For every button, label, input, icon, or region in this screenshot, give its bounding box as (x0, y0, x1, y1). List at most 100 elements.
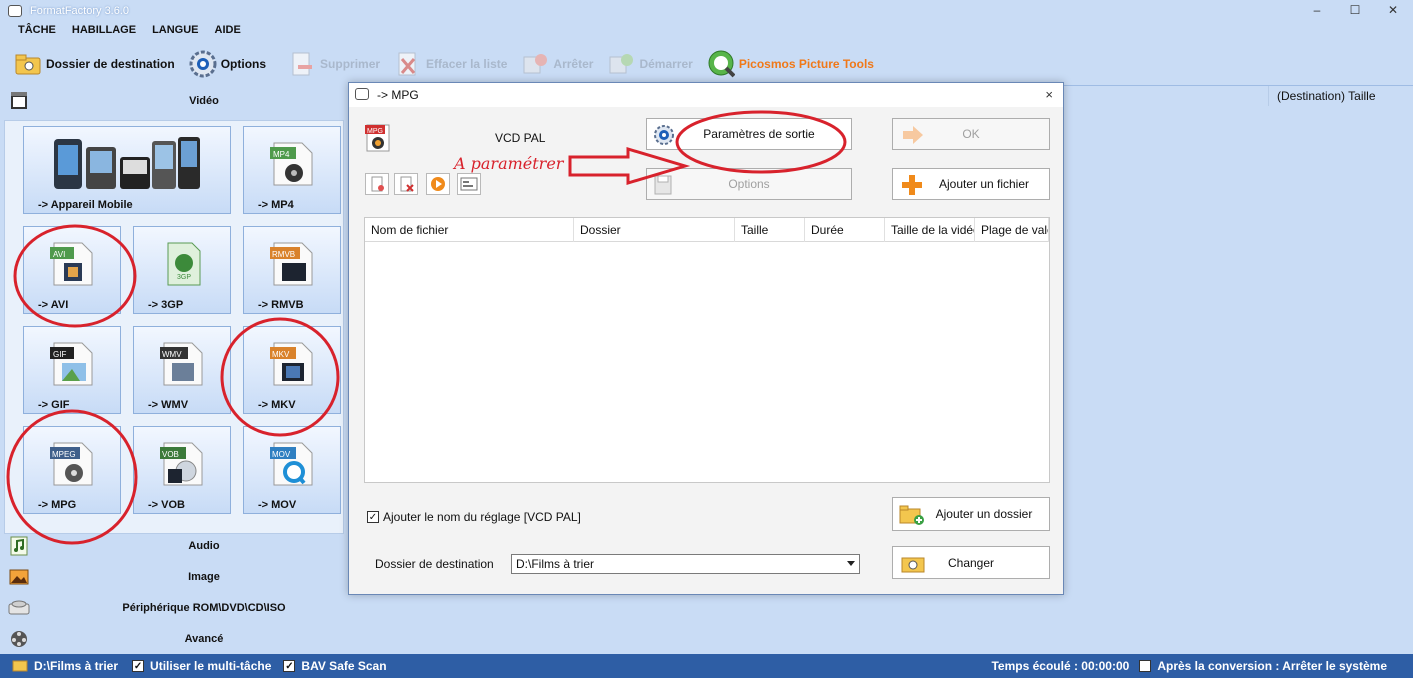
start-button[interactable]: Démarrer (607, 50, 693, 78)
clear-list-button[interactable]: Effacer la liste (394, 50, 507, 78)
gear-icon (189, 50, 217, 78)
column-video-size[interactable]: Taille de la vidéo (885, 218, 975, 242)
destination-folder-select[interactable]: D:\Films à trier (511, 554, 860, 574)
tile-rmvb-label: -> RMVB (258, 299, 304, 311)
output-parameters-label: Paramètres de sortie (703, 127, 815, 141)
vob-file-icon: VOB (160, 441, 204, 490)
delete-button[interactable]: Supprimer (288, 50, 380, 78)
category-rom-device-label: Périphérique ROM\DVD\CD\ISO (122, 602, 286, 614)
film-reel-icon (8, 628, 30, 650)
preset-name: VCD PAL (495, 131, 546, 145)
destination-folder-value: D:\Films à trier (516, 557, 594, 571)
menu-skin[interactable]: HABILLAGE (64, 22, 144, 40)
annotation-text: A paramétrer (454, 154, 564, 173)
rmvb-file-icon: RMVB (270, 241, 314, 290)
tile-mkv[interactable]: MKV -> MKV (243, 326, 341, 414)
delete-icon (288, 50, 316, 78)
tile-3gp-label: -> 3GP (148, 299, 184, 311)
add-preset-name-checkbox[interactable]: ✓ Ajouter le nom du réglage [VCD PAL] (367, 510, 581, 524)
plus-icon (901, 174, 923, 199)
category-audio[interactable]: Audio (0, 532, 384, 560)
add-preset-name-label: Ajouter le nom du réglage [VCD PAL] (383, 510, 581, 524)
app-icon (8, 5, 22, 17)
tile-rmvb[interactable]: RMVB -> RMVB (243, 226, 341, 314)
tile-gif[interactable]: GIF -> GIF (23, 326, 121, 414)
tile-mov-label: -> MOV (258, 499, 297, 511)
menu-language[interactable]: LANGUE (144, 22, 206, 40)
multitask-checkbox[interactable]: ✓ (132, 660, 145, 672)
file-info-button[interactable] (457, 173, 481, 195)
after-conversion-checkbox[interactable] (1139, 660, 1152, 672)
ok-button[interactable]: OK (892, 118, 1050, 150)
tile-3gp[interactable]: 3GP -> 3GP (133, 226, 231, 314)
arrow-right-icon (901, 125, 925, 148)
picture-icon (8, 566, 30, 588)
tile-gif-label: -> GIF (38, 399, 70, 411)
check-icon: ✓ (367, 511, 379, 523)
tile-avi[interactable]: AVI -> AVI (23, 226, 121, 314)
folder-icon (12, 658, 28, 675)
tile-mobile-device[interactable]: -> Appareil Mobile (23, 126, 231, 214)
options-button[interactable]: Options (646, 168, 852, 200)
category-image[interactable]: Image (0, 563, 384, 591)
add-folder-button[interactable]: Ajouter un dossier (892, 497, 1050, 531)
menu-task[interactable]: TÂCHE (10, 22, 64, 40)
column-folder[interactable]: Dossier (574, 218, 735, 242)
tile-vob[interactable]: VOB -> VOB (133, 426, 231, 514)
category-rom-device[interactable]: Périphérique ROM\DVD\CD\ISO (0, 594, 384, 622)
folder-camera-icon (901, 554, 925, 577)
close-button[interactable]: ✕ (1385, 3, 1401, 17)
change-button[interactable]: Changer (892, 546, 1050, 579)
stop-icon (521, 50, 549, 78)
play-file-button[interactable] (426, 173, 450, 195)
remove-file-button[interactable] (365, 173, 389, 195)
video-format-grid: -> Appareil Mobile MP4 -> MP4 AVI -> AVI… (4, 120, 344, 534)
category-advanced-label: Avancé (184, 633, 224, 645)
tile-mp4[interactable]: MP4 -> MP4 (243, 126, 341, 214)
mpg-format-icon: MPG (365, 123, 393, 156)
category-image-label: Image (188, 571, 220, 583)
start-icon (607, 50, 635, 78)
column-value-range[interactable]: Plage de valeu (975, 218, 1049, 242)
svg-text:RMVB: RMVB (272, 250, 295, 259)
clear-list-icon (394, 50, 422, 78)
tile-mov[interactable]: MOV -> MOV (243, 426, 341, 514)
bav-safe-scan-checkbox[interactable]: ✓ (283, 660, 296, 672)
mov-file-icon: MOV (270, 441, 314, 490)
menu-help[interactable]: AIDE (207, 22, 249, 40)
file-list-header: Nom de fichier Dossier Taille Durée Tail… (365, 218, 1049, 242)
file-list-table[interactable]: Nom de fichier Dossier Taille Durée Tail… (364, 217, 1050, 483)
category-video[interactable]: Vidéo (0, 87, 384, 115)
minimize-button[interactable]: ‒ (1309, 3, 1325, 17)
category-advanced[interactable]: Avancé (0, 625, 384, 653)
tile-mpg[interactable]: MPEG -> MPG (23, 426, 121, 514)
title-bar: FormatFactory 3.6.0 ‒ ☐ ✕ (0, 0, 1413, 22)
column-duration[interactable]: Durée (805, 218, 885, 242)
category-audio-label: Audio (188, 540, 220, 552)
disc-drive-icon (8, 597, 30, 619)
tile-mpg-label: -> MPG (38, 499, 77, 511)
change-label: Changer (947, 555, 995, 570)
tile-wmv-label: -> WMV (148, 399, 189, 411)
picosmos-button[interactable]: Picosmos Picture Tools (707, 50, 874, 78)
clear-files-button[interactable] (394, 173, 418, 195)
dialog-close-button[interactable]: × (1045, 87, 1053, 102)
column-size[interactable]: Taille (735, 218, 805, 242)
maximize-button[interactable]: ☐ (1347, 3, 1363, 17)
column-filename[interactable]: Nom de fichier (365, 218, 574, 242)
svg-text:VOB: VOB (162, 450, 179, 459)
menu-bar: TÂCHE HABILLAGE LANGUE AIDE (0, 22, 249, 40)
music-note-icon (8, 535, 30, 557)
tile-wmv[interactable]: WMV -> WMV (133, 326, 231, 414)
options-button[interactable]: Options (189, 50, 266, 78)
stop-button[interactable]: Arrêter (521, 50, 593, 78)
svg-text:MKV: MKV (272, 350, 290, 359)
tile-mobile-device-label: -> Appareil Mobile (38, 199, 133, 211)
film-clapper-icon (8, 90, 30, 112)
add-file-button[interactable]: Ajouter un fichier (892, 168, 1050, 200)
destination-folder-button[interactable]: Dossier de destination (14, 50, 175, 78)
output-parameters-button[interactable]: Paramètres de sortie (646, 118, 852, 150)
delete-label: Supprimer (320, 57, 381, 71)
mpeg-file-icon: MPEG (50, 441, 94, 490)
destination-size-column-header[interactable]: (Destination) Taille (1268, 86, 1413, 106)
